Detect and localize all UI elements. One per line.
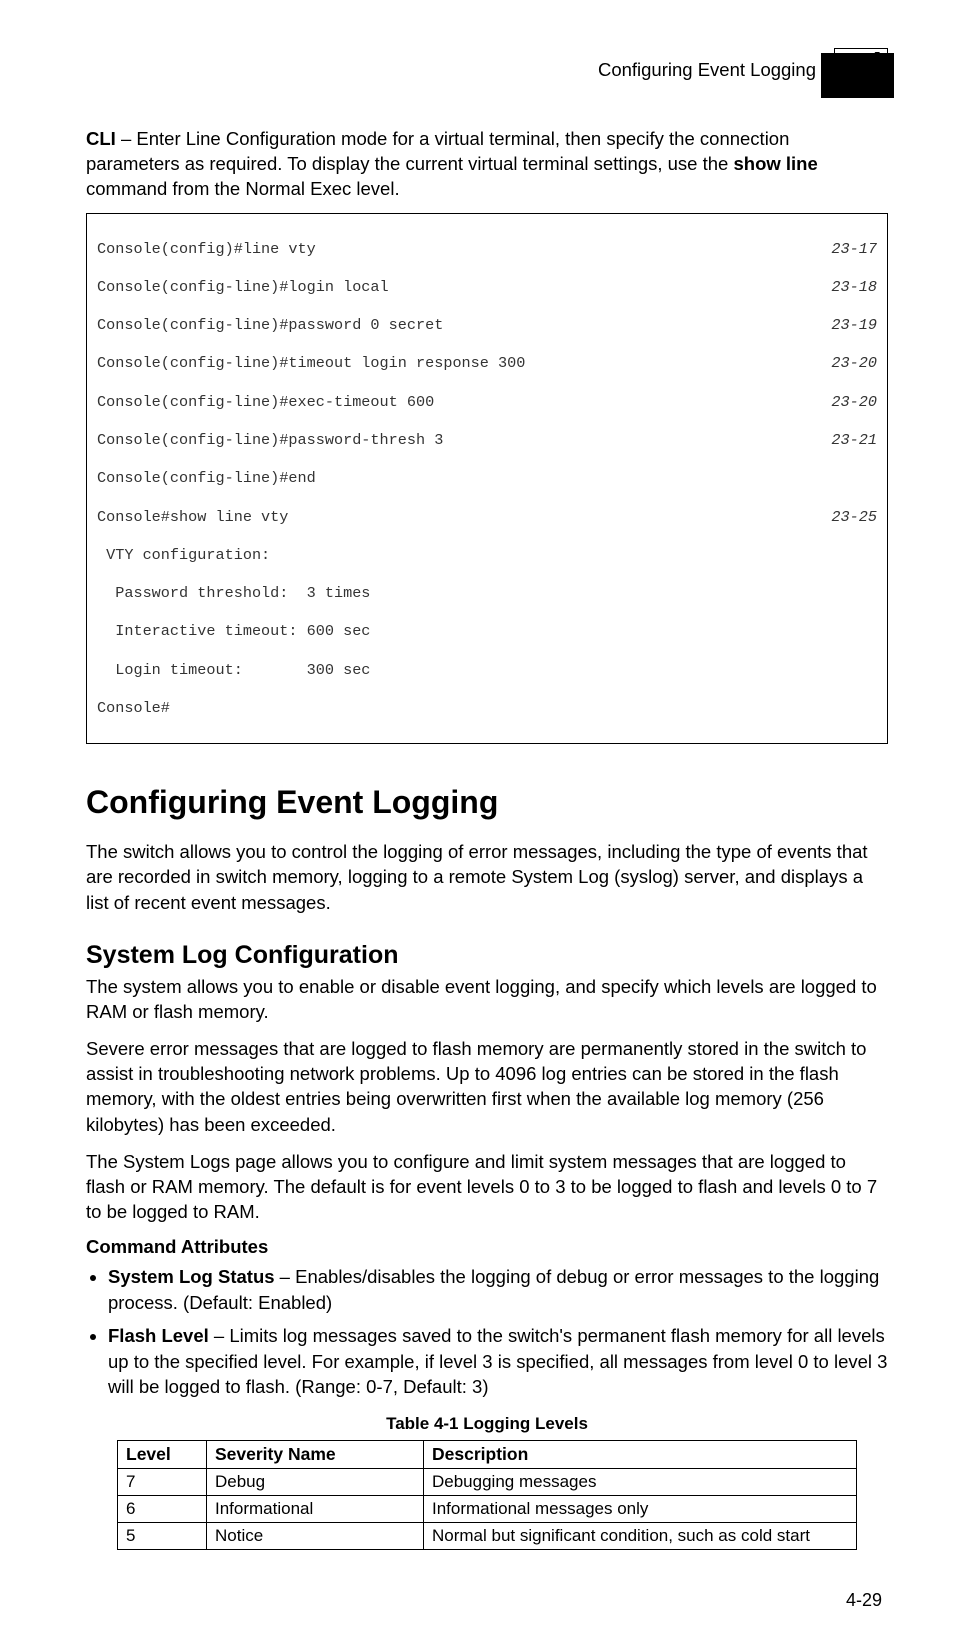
table-header-level: Level [118, 1440, 207, 1468]
list-item: Flash Level – Limits log messages saved … [108, 1323, 888, 1400]
subsection-title-system-log-configuration: System Log Configuration [86, 941, 888, 970]
attr-name-system-log-status: System Log Status [108, 1266, 275, 1287]
chapter-number: 4 [859, 41, 881, 92]
running-header: Configuring Event Logging 4 [86, 48, 888, 92]
syslog-p3: The System Logs page allows you to confi… [86, 1149, 888, 1224]
command-attributes-heading: Command Attributes [86, 1236, 888, 1258]
attr-name-flash-level: Flash Level [108, 1325, 209, 1346]
table-row: 5 Notice Normal but significant conditio… [118, 1522, 857, 1549]
cli-label: CLI [86, 128, 116, 149]
show-line-cmd: show line [733, 153, 817, 174]
logging-levels-table: Level Severity Name Description 7 Debug … [117, 1440, 857, 1550]
table-header-severity: Severity Name [207, 1440, 424, 1468]
command-attributes-list: System Log Status – Enables/disables the… [86, 1264, 888, 1400]
intro-paragraph: CLI – Enter Line Configuration mode for … [86, 126, 888, 201]
table-row: 7 Debug Debugging messages [118, 1468, 857, 1495]
chapter-badge: 4 [816, 48, 888, 92]
table-caption: Table 4-1 Logging Levels [86, 1414, 888, 1434]
syslog-p1: The system allows you to enable or disab… [86, 974, 888, 1024]
table-row: 6 Informational Informational messages o… [118, 1495, 857, 1522]
section-title-configuring-event-logging: Configuring Event Logging [86, 784, 888, 821]
page-number: 4-29 [86, 1590, 888, 1611]
table-header-description: Description [424, 1440, 857, 1468]
section-desc: The switch allows you to control the log… [86, 839, 888, 914]
syslog-p2: Severe error messages that are logged to… [86, 1036, 888, 1137]
list-item: System Log Status – Enables/disables the… [108, 1264, 888, 1315]
cli-output-block: Console(config)#line vty23-17 Console(co… [86, 213, 888, 744]
running-title: Configuring Event Logging [598, 59, 816, 81]
